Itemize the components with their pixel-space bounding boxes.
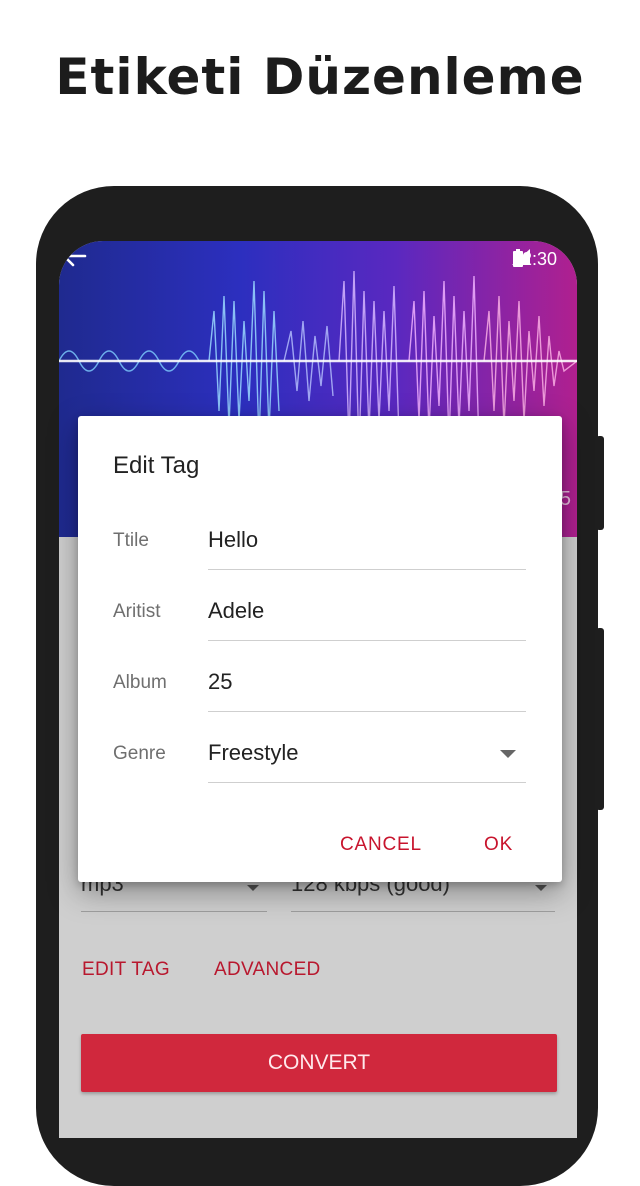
artist-field[interactable]: Adele <box>208 594 526 641</box>
battery-icon <box>512 249 523 267</box>
edit-tag-button[interactable]: EDIT TAG <box>82 959 170 981</box>
phone-side-button-upper <box>596 436 604 530</box>
advanced-button[interactable]: ADVANCED <box>214 959 321 981</box>
artist-value: Adele <box>208 598 265 623</box>
status-bar: 12:30 <box>511 249 557 270</box>
phone-side-button-lower <box>596 628 604 810</box>
genre-dropdown[interactable]: Freestyle <box>208 736 526 783</box>
title-label: Ttile <box>113 530 149 551</box>
arrow-left-icon[interactable] <box>59 241 89 271</box>
title-value: Hello <box>208 527 259 552</box>
cancel-button[interactable]: CANCEL <box>340 834 422 856</box>
title-field[interactable]: Hello <box>208 523 526 570</box>
convert-button[interactable]: CONVERT <box>81 1034 557 1092</box>
chevron-down-icon <box>535 885 547 891</box>
album-value: 25 <box>208 669 233 694</box>
ok-button[interactable]: OK <box>484 834 513 856</box>
genre-label: Genre <box>113 743 166 764</box>
album-label: Album <box>113 672 167 693</box>
chevron-down-icon <box>247 885 259 891</box>
album-field[interactable]: 25 <box>208 665 526 712</box>
page-headline: Etiketi Düzenleme <box>55 48 585 106</box>
artist-label: Aritist <box>113 601 161 622</box>
genre-value: Freestyle <box>208 740 299 765</box>
dialog-title: Edit Tag <box>113 452 200 479</box>
chevron-down-icon <box>500 750 516 758</box>
edit-tag-dialog: Edit Tag Ttile Hello Aritist Adele Album… <box>78 416 562 882</box>
